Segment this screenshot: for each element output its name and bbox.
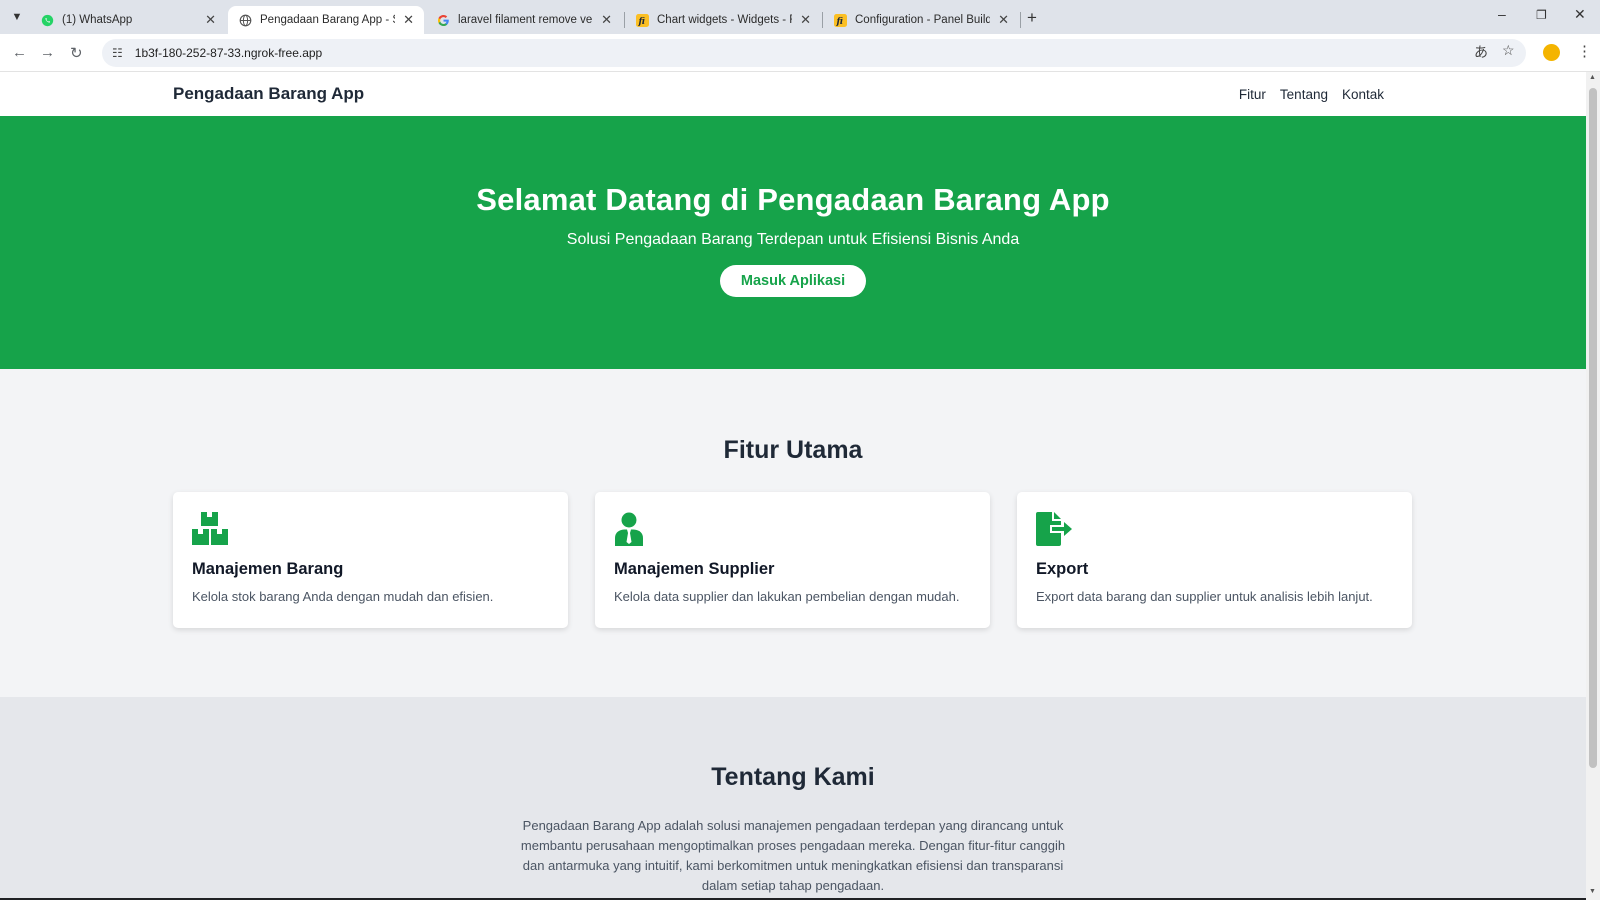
tab-close-icon[interactable]: ✕ <box>601 12 612 28</box>
browser-toolbar: ← → ↻ ☷ 1b3f-180-252-87-33.ngrok-free.ap… <box>0 34 1600 72</box>
whatsapp-icon <box>40 13 54 27</box>
globe-icon <box>238 13 252 27</box>
translate-icon[interactable]: あ <box>1474 42 1488 62</box>
tab-title: Pengadaan Barang App - Solusi <box>260 14 395 26</box>
svg-text:fi: fi <box>637 17 645 27</box>
page-viewport: Pengadaan Barang App Fitur Tentang Konta… <box>0 72 1586 900</box>
masuk-aplikasi-button[interactable]: Masuk Aplikasi <box>719 265 867 297</box>
tab-whatsapp[interactable]: (1) WhatsApp ✕ <box>30 6 226 34</box>
features-title: Fitur Utama <box>723 436 863 464</box>
tab-title: Configuration - Panel Builder - <box>855 14 991 26</box>
bookmark-star-icon[interactable]: ☆ <box>1502 42 1515 59</box>
user-tie-icon <box>614 512 650 546</box>
tab-chart-widgets[interactable]: fi Chart widgets - Widgets - Filan ✕ <box>625 6 821 34</box>
reload-icon[interactable]: ↻ <box>70 44 83 62</box>
feature-cards: Manajemen Barang Kelola stok barang Anda… <box>173 492 1586 628</box>
hero-subtitle: Solusi Pengadaan Barang Terdepan untuk E… <box>566 231 1020 248</box>
feature-card: Manajemen Supplier Kelola data supplier … <box>595 492 990 628</box>
tab-close-icon[interactable]: ✕ <box>800 12 811 28</box>
scroll-up-icon[interactable]: ▲ <box>1589 74 1596 81</box>
nav-link-kontak[interactable]: Kontak <box>1342 87 1384 102</box>
new-tab-icon[interactable]: + <box>1027 8 1037 28</box>
about-section: Tentang Kami Pengadaan Barang App adalah… <box>0 697 1586 900</box>
feature-card-desc: Export data barang dan supplier untuk an… <box>1036 589 1373 604</box>
hero-section: Selamat Datang di Pengadaan Barang App S… <box>0 116 1586 369</box>
filament-icon: fi <box>635 13 649 27</box>
feature-card-desc: Kelola data supplier dan lakukan pembeli… <box>614 589 960 604</box>
nav-links: Fitur Tentang Kontak <box>1239 87 1384 102</box>
google-icon <box>436 13 450 27</box>
tab-separator <box>1020 12 1021 28</box>
svg-text:fi: fi <box>835 17 843 27</box>
features-section: Fitur Utama Manajemen Barang Kelola stok… <box>0 369 1586 697</box>
forward-icon[interactable]: → <box>40 44 55 61</box>
tab-configuration[interactable]: fi Configuration - Panel Builder - ✕ <box>823 6 1019 34</box>
browser-menu-icon[interactable]: ⋮ <box>1577 42 1592 60</box>
tab-title: laravel filament remove version <box>458 14 593 26</box>
site-navbar: Pengadaan Barang App Fitur Tentang Konta… <box>0 72 1586 116</box>
about-title: Tentang Kami <box>711 763 875 791</box>
tab-google-search[interactable]: laravel filament remove version ✕ <box>426 6 622 34</box>
tab-pengadaan-barang[interactable]: Pengadaan Barang App - Solusi ✕ <box>228 6 424 34</box>
nav-link-fitur[interactable]: Fitur <box>1239 87 1266 102</box>
tab-close-icon[interactable]: ✕ <box>403 12 414 28</box>
boxes-icon <box>192 512 228 546</box>
window-close-icon[interactable]: ✕ <box>1574 6 1586 23</box>
back-icon[interactable]: ← <box>12 44 27 61</box>
tab-title: (1) WhatsApp <box>62 14 133 26</box>
tab-title: Chart widgets - Widgets - Filan <box>657 14 792 26</box>
nav-link-tentang[interactable]: Tentang <box>1280 87 1328 102</box>
feature-card-desc: Kelola stok barang Anda dengan mudah dan… <box>192 589 494 604</box>
tab-search-chevron-icon[interactable]: ▼ <box>6 7 28 27</box>
feature-card-title: Manajemen Supplier <box>614 560 775 578</box>
feature-card-title: Manajemen Barang <box>192 560 344 578</box>
site-brand[interactable]: Pengadaan Barang App <box>173 84 364 104</box>
url-text[interactable]: 1b3f-180-252-87-33.ngrok-free.app <box>135 46 322 60</box>
site-info-icon[interactable]: ☷ <box>112 46 123 60</box>
scrollbar-thumb[interactable] <box>1589 88 1597 768</box>
profile-avatar[interactable] <box>1543 44 1560 61</box>
filament-icon: fi <box>833 13 847 27</box>
feature-card: Export Export data barang dan supplier u… <box>1017 492 1412 628</box>
restore-icon[interactable]: ❐ <box>1536 8 1547 22</box>
minimize-icon[interactable]: – <box>1498 6 1506 22</box>
address-bar[interactable]: ☷ 1b3f-180-252-87-33.ngrok-free.app <box>102 39 1526 67</box>
tab-close-icon[interactable]: ✕ <box>998 12 1009 28</box>
hero-title: Selamat Datang di Pengadaan Barang App <box>476 182 1110 217</box>
page-scrollbar[interactable]: ▲ ▼ <box>1586 72 1600 900</box>
file-export-icon <box>1036 512 1072 546</box>
feature-card-title: Export <box>1036 560 1089 578</box>
feature-card: Manajemen Barang Kelola stok barang Anda… <box>173 492 568 628</box>
about-text: Pengadaan Barang App adalah solusi manaj… <box>520 818 1066 893</box>
tab-close-icon[interactable]: ✕ <box>205 12 216 28</box>
browser-tab-strip: ▼ (1) WhatsApp ✕ Pengadaan Barang App - … <box>0 0 1600 34</box>
scroll-down-icon[interactable]: ▼ <box>1589 888 1596 895</box>
